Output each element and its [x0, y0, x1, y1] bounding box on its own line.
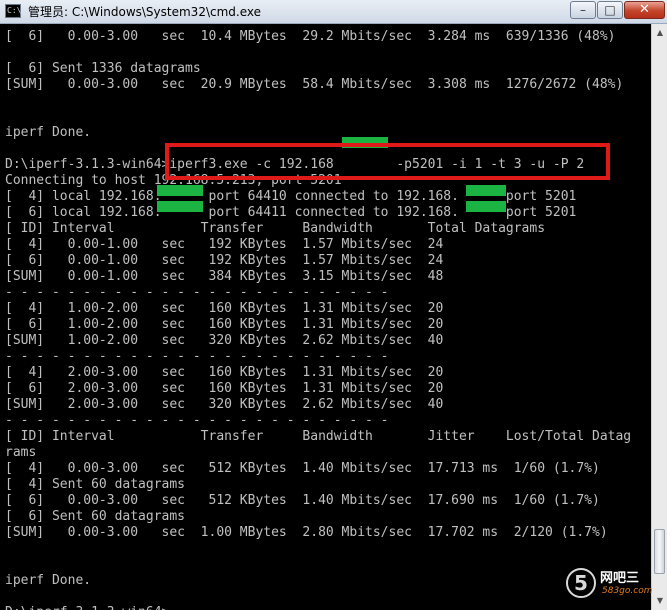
console-line: [SUM] 0.00-3.00 sec 1.00 MBytes 2.80 Mbi…	[5, 525, 608, 540]
console-output[interactable]: [ 6] 0.00-3.00 sec 10.4 MBytes 29.2 Mbit…	[0, 24, 651, 610]
console-line: [ 6] 1.00-2.00 sec 160 KBytes 1.31 Mbits…	[5, 317, 444, 332]
title-bar: C:\ 管理员: C:\Windows\System32\cmd.exe – □…	[0, 0, 667, 24]
watermark-logo-icon: 5	[566, 568, 596, 598]
window-title: 管理员: C:\Windows\System32\cmd.exe	[28, 5, 261, 19]
console-line: - - - - - - - - - - - - - - - - - - - - …	[5, 349, 389, 364]
console-line: [SUM] 1.00-2.00 sec 320 KBytes 2.62 Mbit…	[5, 333, 444, 348]
ip-redaction-mask	[466, 185, 506, 196]
console-line: [ 6] Sent 60 datagrams	[5, 509, 186, 524]
console-line: [ ID] Interval Transfer Bandwidth Total …	[5, 221, 546, 236]
console-line: rams	[5, 445, 37, 460]
watermark-site: 583go.com	[602, 586, 653, 596]
console-line: [ 6] 0.00-1.00 sec 192 KBytes 1.57 Mbits…	[5, 253, 444, 268]
scroll-up-button[interactable]: ▲	[655, 26, 665, 40]
console-line: [SUM] 0.00-3.00 sec 20.9 MBytes 58.4 Mbi…	[5, 77, 624, 92]
console-line: [ 6] Sent 1336 datagrams	[5, 61, 201, 76]
vertical-scrollbar[interactable]: ▲ ▼	[651, 24, 667, 610]
console-line: [ 4] 2.00-3.00 sec 160 KBytes 1.31 Mbits…	[5, 365, 444, 380]
console-line: - - - - - - - - - - - - - - - - - - - - …	[5, 413, 389, 428]
console-line: [ 6] 2.00-3.00 sec 160 KBytes 1.31 Mbits…	[5, 381, 444, 396]
console-line: [ 4] Sent 60 datagrams	[5, 477, 186, 492]
watermark-name: 网吧三	[600, 571, 640, 586]
console-line: iperf Done.	[5, 573, 92, 588]
console-line: [SUM] 0.00-1.00 sec 384 KBytes 3.15 Mbit…	[5, 269, 444, 284]
watermark: 5 网吧三 583go.com	[566, 566, 658, 606]
ip-redaction-mask	[157, 185, 203, 196]
cmd-icon: C:\	[5, 4, 21, 18]
console-line: [ 6] 0.00-3.00 sec 512 KBytes 1.40 Mbits…	[5, 493, 600, 508]
close-button[interactable]: ✕	[624, 1, 665, 19]
console-line: D:\iperf-3.1.3-win64>	[5, 605, 169, 610]
console-line: - - - - - - - - - - - - - - - - - - - - …	[5, 285, 389, 300]
ip-redaction-mask	[466, 201, 506, 212]
minimize-button[interactable]: –	[570, 1, 596, 19]
console-line: iperf Done.	[5, 125, 92, 140]
console-line: [ 6] 0.00-3.00 sec 10.4 MBytes 29.2 Mbit…	[5, 29, 616, 44]
console-line: [ ID] Interval Transfer Bandwidth Jitter…	[5, 429, 632, 444]
console-line: [ 4] 1.00-2.00 sec 160 KBytes 1.31 Mbits…	[5, 301, 444, 316]
console-line: [SUM] 2.00-3.00 sec 320 KBytes 2.62 Mbit…	[5, 397, 444, 412]
maximize-button[interactable]: □	[597, 1, 623, 19]
console-line: [ 4] 0.00-1.00 sec 192 KBytes 1.57 Mbits…	[5, 237, 444, 252]
command-highlight-box	[165, 143, 610, 180]
ip-redaction-mask	[157, 201, 203, 212]
console-line: [ 4] 0.00-3.00 sec 512 KBytes 1.40 Mbits…	[5, 461, 600, 476]
